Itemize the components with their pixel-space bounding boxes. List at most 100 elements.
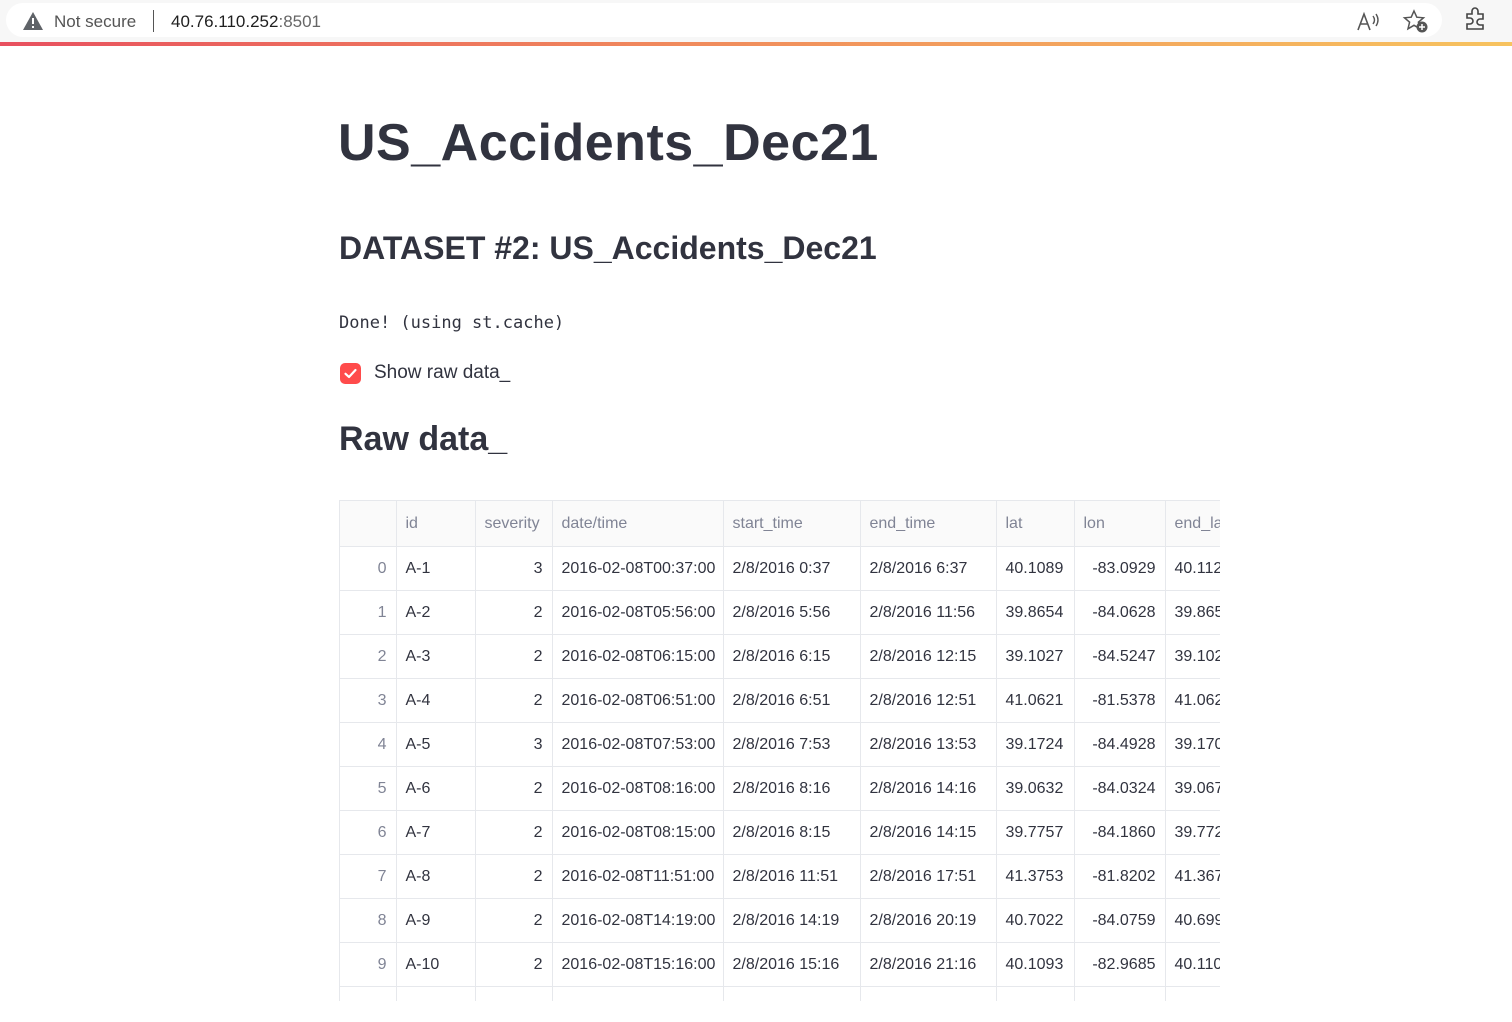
read-aloud-icon[interactable] <box>1356 10 1382 34</box>
table-cell[interactable]: 2/8/2016 6:51 <box>723 678 861 723</box>
table-cell[interactable]: A-5 <box>396 722 476 767</box>
table-cell[interactable]: -81.8202 <box>1074 854 1166 899</box>
table-cell[interactable] <box>475 986 553 1001</box>
row-index[interactable]: 0 <box>340 546 397 591</box>
table-cell[interactable]: 3 <box>475 546 553 591</box>
table-cell[interactable]: 2/8/2016 15:16 <box>723 942 861 987</box>
table-cell[interactable]: -81.5378 <box>1074 678 1166 723</box>
column-header[interactable]: end_lat <box>1165 501 1220 547</box>
table-cell[interactable]: A-6 <box>396 766 476 811</box>
table-row[interactable]: 3 A-4 2 2016-02-08T06:51:00 2/8/2016 6:51 2/8… <box>340 678 1220 723</box>
table-cell[interactable]: 39.1724 <box>996 722 1075 767</box>
table-row[interactable]: 5 A-6 2 2016-02-08T08:16:00 2/8/2016 8:16 2/8… <box>340 766 1220 811</box>
column-header[interactable] <box>340 501 397 547</box>
table-cell[interactable]: 39.7757 <box>996 810 1075 855</box>
table-cell[interactable]: 2016-02-08T11:51:00 <box>552 854 724 899</box>
table-cell[interactable]: 2 <box>475 766 553 811</box>
table-cell[interactable]: 41.3753 <box>996 854 1075 899</box>
table-row[interactable]: 8 A-9 2 2016-02-08T14:19:00 2/8/2016 14:19 2/… <box>340 898 1220 943</box>
row-index[interactable]: 2 <box>340 634 397 679</box>
table-cell[interactable]: 2016-02-08T06:51:00 <box>552 678 724 723</box>
table-cell[interactable]: 2 <box>475 898 553 943</box>
column-header[interactable]: lat <box>996 501 1075 547</box>
table-cell[interactable]: 2 <box>475 634 553 679</box>
table-cell[interactable]: 41.0621 <box>996 678 1075 723</box>
table-cell[interactable]: 2/8/2016 8:15 <box>723 810 861 855</box>
table-cell[interactable]: 2 <box>475 810 553 855</box>
table-cell[interactable]: 40.1089 <box>996 546 1075 591</box>
column-header[interactable]: severity <box>475 501 553 547</box>
table-cell[interactable]: A-3 <box>396 634 476 679</box>
table-cell[interactable] <box>1074 986 1166 1001</box>
table-row[interactable]: 4 A-5 3 2016-02-08T07:53:00 2/8/2016 7:53 2/8… <box>340 722 1220 767</box>
row-index[interactable]: 9 <box>340 942 397 987</box>
table-cell[interactable]: 39.1700 <box>1165 722 1220 767</box>
row-index[interactable]: 10 <box>340 986 397 1001</box>
table-cell[interactable]: -83.0929 <box>1074 546 1166 591</box>
table-cell[interactable]: -84.0628 <box>1074 590 1166 635</box>
warning-icon[interactable] <box>22 11 44 31</box>
table-cell[interactable]: 41.3671 <box>1165 854 1220 899</box>
table-cell[interactable]: 2 <box>475 854 553 899</box>
row-index[interactable]: 6 <box>340 810 397 855</box>
table-cell[interactable]: A-2 <box>396 590 476 635</box>
table-cell[interactable]: A-9 <box>396 898 476 943</box>
table-cell[interactable]: A-10 <box>396 942 476 987</box>
table-row[interactable]: 1 A-2 2 2016-02-08T05:56:00 2/8/2016 5:56 2/8… <box>340 590 1220 635</box>
table-cell[interactable]: 2/8/2016 11:51 <box>723 854 861 899</box>
table-cell[interactable]: 2/8/2016 20:19 <box>860 898 997 943</box>
column-header[interactable]: date/time <box>552 501 724 547</box>
table-cell[interactable]: 2016-02-08T00:37:00 <box>552 546 724 591</box>
table-cell[interactable]: 39.0632 <box>996 766 1075 811</box>
table-row[interactable]: 6 A-7 2 2016-02-08T08:15:00 2/8/2016 8:15 2/8… <box>340 810 1220 855</box>
table-cell[interactable]: 39.7721 <box>1165 810 1220 855</box>
table-cell[interactable]: -84.1860 <box>1074 810 1166 855</box>
table-cell[interactable]: -82.9685 <box>1074 942 1166 987</box>
table-cell[interactable]: 2/8/2016 8:16 <box>723 766 861 811</box>
table-cell[interactable]: 3 <box>475 722 553 767</box>
table-row[interactable]: 0 A-1 3 2016-02-08T00:37:00 2/8/2016 0:37 2/8… <box>340 546 1220 591</box>
row-index[interactable]: 4 <box>340 722 397 767</box>
table-cell[interactable] <box>860 986 997 1001</box>
table-cell[interactable]: 2016-02-08T14:19:00 <box>552 898 724 943</box>
checkbox-label[interactable]: Show raw data_ <box>374 362 510 384</box>
table-cell[interactable]: A-7 <box>396 810 476 855</box>
table-cell[interactable]: 2/8/2016 14:19 <box>723 898 861 943</box>
table-cell[interactable]: 40.1100 <box>1165 942 1220 987</box>
table-cell[interactable]: 40.1093 <box>996 942 1075 987</box>
column-header[interactable]: id <box>396 501 476 547</box>
table-cell[interactable]: 40.7022 <box>996 898 1075 943</box>
row-index[interactable]: 8 <box>340 898 397 943</box>
table-cell[interactable]: 39.8655 <box>1165 590 1220 635</box>
table-cell[interactable]: 2/8/2016 14:15 <box>860 810 997 855</box>
table-cell[interactable]: 2016-02-08T06:15:00 <box>552 634 724 679</box>
security-status[interactable]: Not secure <box>54 12 136 32</box>
table-cell[interactable]: 39.0671 <box>1165 766 1220 811</box>
table-cell[interactable]: -84.4928 <box>1074 722 1166 767</box>
table-cell[interactable]: 2/8/2016 6:15 <box>723 634 861 679</box>
url-text[interactable]: 40.76.110.252:8501 <box>171 12 321 32</box>
table-cell[interactable]: 2016-02-08T08:15:00 <box>552 810 724 855</box>
table-cell[interactable]: 2 <box>475 590 553 635</box>
table-cell[interactable]: -84.0324 <box>1074 766 1166 811</box>
column-header[interactable]: end_time <box>860 501 997 547</box>
table-cell[interactable]: 39.1027 <box>1165 634 1220 679</box>
table-row[interactable]: 7 A-8 2 2016-02-08T11:51:00 2/8/2016 11:51 2/… <box>340 854 1220 899</box>
table-cell[interactable]: -84.5247 <box>1074 634 1166 679</box>
table-cell[interactable] <box>996 986 1075 1001</box>
table-cell[interactable]: -84.0759 <box>1074 898 1166 943</box>
table-cell[interactable]: A-4 <box>396 678 476 723</box>
table-cell[interactable]: 39.8654 <box>996 590 1075 635</box>
table-cell[interactable] <box>396 986 476 1001</box>
table-row[interactable]: 9 A-10 2 2016-02-08T15:16:00 2/8/2016 15:16 2… <box>340 942 1220 987</box>
table-cell[interactable]: 2/8/2016 11:56 <box>860 590 997 635</box>
table-cell[interactable]: 2016-02-08T15:16:00 <box>552 942 724 987</box>
address-bar[interactable]: Not secure 40.76.110.252:8501 <box>6 3 1442 37</box>
table-cell[interactable]: 2/8/2016 21:16 <box>860 942 997 987</box>
table-cell[interactable]: 2/8/2016 5:56 <box>723 590 861 635</box>
table-row[interactable]: 2 A-3 2 2016-02-08T06:15:00 2/8/2016 6:15 2/8… <box>340 634 1220 679</box>
table-cell[interactable]: 2016-02-08T07:53:00 <box>552 722 724 767</box>
table-cell[interactable]: 41.0621 <box>1165 678 1220 723</box>
column-header[interactable]: lon <box>1074 501 1166 547</box>
row-index[interactable]: 5 <box>340 766 397 811</box>
